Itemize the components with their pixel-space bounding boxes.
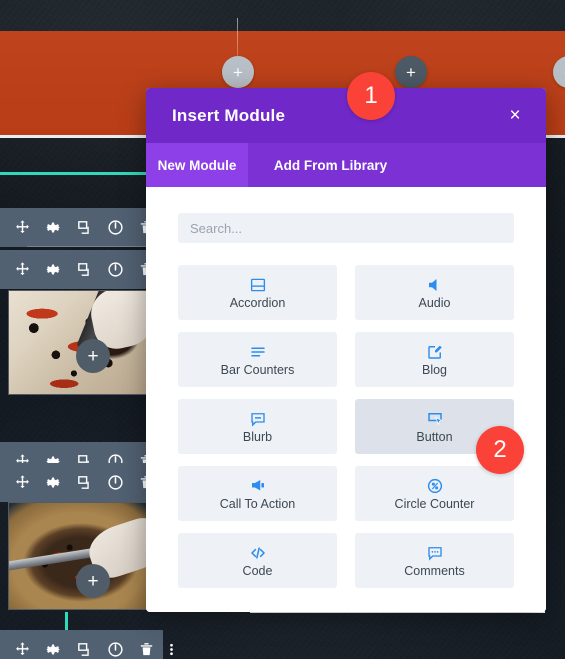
add-module-overlay-button[interactable]: + <box>76 564 110 598</box>
image-module-2[interactable]: + <box>8 502 148 610</box>
more-vertical-icon[interactable] <box>169 641 174 658</box>
section-toolbar[interactable] <box>0 630 173 659</box>
section-highlight-top <box>0 172 148 175</box>
module-label: Blurb <box>242 429 273 444</box>
tab-add-from-library[interactable]: Add From Library <box>248 143 413 187</box>
modal-tabs: New Module Add From Library <box>146 143 546 187</box>
plus-icon: + <box>87 570 99 592</box>
insert-module-modal: Insert Module × New Module Add From Libr… <box>146 88 546 612</box>
move-icon[interactable] <box>14 261 31 278</box>
module-label: Blog <box>421 362 448 377</box>
power-icon[interactable] <box>107 641 124 658</box>
module-label: Code <box>242 563 273 578</box>
bar-counters-icon <box>249 343 267 361</box>
module-label: Audio <box>418 295 451 310</box>
modal-body: Accordion Audio Bar Counters Blog Blurb <box>146 187 546 612</box>
button-icon <box>426 410 444 428</box>
close-icon[interactable]: × <box>505 106 525 126</box>
gear-icon[interactable] <box>45 261 62 278</box>
gear-icon[interactable] <box>45 641 62 658</box>
module-toolbar[interactable] <box>0 250 153 289</box>
plus-icon: + <box>233 62 243 82</box>
module-label: Call To Action <box>219 496 296 511</box>
module-card-call-to-action[interactable]: Call To Action <box>178 466 337 521</box>
module-label: Comments <box>404 563 465 578</box>
trash-icon[interactable] <box>138 641 155 658</box>
power-icon[interactable] <box>107 261 124 278</box>
gear-icon[interactable] <box>45 219 62 236</box>
gear-icon[interactable] <box>45 474 62 491</box>
module-card-comments[interactable]: Comments <box>355 533 514 588</box>
add-module-button-left[interactable]: + <box>222 56 254 88</box>
step-badge-1: 1 <box>347 72 395 120</box>
module-toolbar[interactable] <box>0 208 153 247</box>
move-icon[interactable] <box>14 219 31 236</box>
duplicate-icon[interactable] <box>76 641 93 658</box>
accordion-icon <box>249 276 267 294</box>
tab-new-module[interactable]: New Module <box>146 143 248 187</box>
module-label: Circle Counter <box>394 496 475 511</box>
module-grid: Accordion Audio Bar Counters Blog Blurb <box>178 265 514 588</box>
add-module-button-center[interactable]: + <box>395 56 427 88</box>
circle-counter-icon <box>426 477 444 495</box>
image-module-1[interactable]: + <box>8 290 148 395</box>
blurb-icon <box>249 410 267 428</box>
add-module-overlay-button[interactable]: + <box>76 339 110 373</box>
blog-icon <box>426 343 444 361</box>
call-to-action-icon <box>249 477 267 495</box>
pizza-photo <box>9 291 147 394</box>
duplicate-icon[interactable] <box>76 219 93 236</box>
module-card-code[interactable]: Code <box>178 533 337 588</box>
code-icon <box>249 544 267 562</box>
step-badge-2: 2 <box>476 426 524 474</box>
search-input[interactable] <box>178 213 514 243</box>
module-card-accordion[interactable]: Accordion <box>178 265 337 320</box>
audio-icon <box>426 276 444 294</box>
module-card-bar-counters[interactable]: Bar Counters <box>178 332 337 387</box>
move-icon[interactable] <box>14 641 31 658</box>
module-card-blog[interactable]: Blog <box>355 332 514 387</box>
module-card-circle-counter[interactable]: Circle Counter <box>355 466 514 521</box>
comments-icon <box>426 544 444 562</box>
move-icon[interactable] <box>14 474 31 491</box>
plus-icon: + <box>87 345 99 367</box>
module-card-blurb[interactable]: Blurb <box>178 399 337 454</box>
module-label: Bar Counters <box>220 362 295 377</box>
duplicate-icon[interactable] <box>76 261 93 278</box>
row-divider <box>27 246 147 247</box>
builder-canvas: + + + + Insert Module × New Module Add F… <box>0 0 565 659</box>
power-icon[interactable] <box>107 219 124 236</box>
pizza-photo <box>9 503 147 609</box>
module-label: Accordion <box>229 295 286 310</box>
modal-header: Insert Module × <box>146 88 546 143</box>
plus-icon: + <box>406 62 416 82</box>
duplicate-icon[interactable] <box>76 474 93 491</box>
modal-title: Insert Module <box>172 105 286 125</box>
module-card-audio[interactable]: Audio <box>355 265 514 320</box>
power-icon[interactable] <box>107 474 124 491</box>
module-label: Button <box>416 429 453 444</box>
module-toolbar[interactable] <box>0 463 153 502</box>
